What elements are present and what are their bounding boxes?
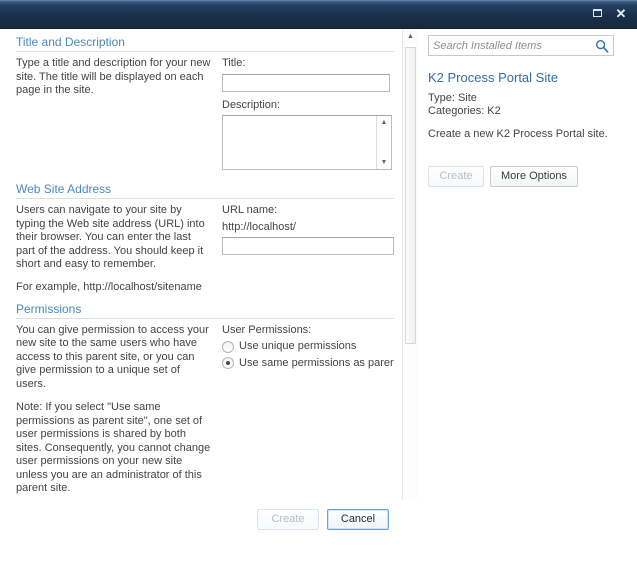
radio-label: Use unique permissions	[239, 340, 357, 352]
scroll-up-icon[interactable]: ▲	[403, 29, 418, 44]
section-description: Users can navigate to your site by typin…	[16, 204, 222, 272]
form-scroll-viewport: Title and Description Type a title and d…	[0, 29, 401, 515]
form-content: Title and Description Type a title and d…	[0, 29, 401, 515]
template-actions: Create More Options	[428, 166, 628, 187]
section-heading: Permissions	[16, 302, 394, 319]
template-categories: Categories: K2	[428, 105, 501, 117]
description-scrollbar[interactable]: ▲ ▼	[376, 116, 391, 169]
section-description: You can give permission to access your n…	[16, 324, 222, 496]
radio-indicator[interactable]	[222, 340, 234, 353]
window-controls: ✕	[589, 5, 629, 21]
title-field-label: Title:	[222, 57, 246, 69]
new-site-dialog: ✕ Title and Description Type a title and…	[0, 0, 637, 556]
search-icon[interactable]	[595, 39, 609, 53]
section-fields: Title: Description: ▲ ▼	[222, 57, 400, 170]
site-description-textarea[interactable]	[223, 116, 377, 169]
scroll-down-icon[interactable]: ▼	[377, 156, 391, 169]
template-info-pane: K2 Process Portal Site Type: Site Catego…	[428, 29, 628, 529]
user-permissions-radio-group: Use unique permissions Use same permissi…	[222, 340, 400, 370]
template-type: Type: Site	[428, 92, 477, 104]
titlebar-highlight	[0, 0, 637, 1]
section-description: Type a title and description for your ne…	[16, 57, 222, 170]
restore-icon	[592, 9, 602, 17]
permissions-note: Note: If you select "Use same permission…	[16, 401, 211, 494]
description-text: Users can navigate to your site by typin…	[16, 204, 205, 270]
section-web-site-address: Web Site Address Users can navigate to y…	[16, 182, 401, 293]
vertical-scroll-thumb[interactable]	[405, 47, 416, 344]
section-heading: Web Site Address	[16, 182, 394, 199]
more-options-button[interactable]: More Options	[490, 166, 579, 187]
create-button[interactable]: Create	[257, 509, 319, 530]
radio-option-unique-permissions[interactable]: Use unique permissions	[222, 340, 394, 354]
description-field-label: Description:	[222, 98, 281, 111]
site-title-input[interactable]	[222, 73, 390, 92]
page-background	[0, 556, 637, 568]
url-name-input[interactable]	[222, 237, 394, 255]
search-input[interactable]	[429, 36, 591, 55]
description-text: You can give permission to access your n…	[16, 323, 209, 390]
url-field-label: URL name:	[222, 204, 278, 216]
description-text: Type a title and description for your ne…	[16, 57, 211, 96]
form-pane: Title and Description Type a title and d…	[0, 29, 418, 529]
side-create-button[interactable]: Create	[428, 166, 484, 187]
section-title-and-description: Title and Description Type a title and d…	[16, 35, 401, 170]
user-permissions-label: User Permissions:	[222, 323, 312, 336]
dialog-body: Title and Description Type a title and d…	[0, 29, 637, 529]
cancel-button[interactable]: Cancel	[327, 509, 389, 530]
close-button[interactable]: ✕	[613, 5, 629, 21]
close-icon: ✕	[615, 5, 627, 21]
site-description-wrapper: ▲ ▼	[222, 115, 392, 170]
radio-label: Use same permissions as parent site	[239, 356, 394, 369]
form-vertical-scrollbar[interactable]: ▲ ▼	[402, 29, 418, 515]
radio-indicator[interactable]	[222, 357, 234, 370]
template-title: K2 Process Portal Site	[428, 70, 559, 85]
footer-buttons: Create Cancel	[257, 509, 389, 530]
url-prefix-text: http://localhost/	[222, 220, 296, 233]
template-description: Create a new K2 Process Portal site.	[428, 128, 608, 140]
template-metadata: Type: Site Categories: K2	[428, 92, 628, 118]
scroll-up-icon[interactable]: ▲	[377, 116, 391, 129]
dialog-footer: Create Cancel	[0, 500, 637, 556]
section-permissions: Permissions You can give permission to a…	[16, 302, 401, 496]
section-fields: URL name: http://localhost/	[222, 204, 400, 272]
url-example-text: For example, http://localhost/sitename	[16, 280, 202, 293]
search-box[interactable]	[428, 35, 614, 56]
restore-button[interactable]	[589, 5, 605, 21]
section-fields: User Permissions: Use unique permissions…	[222, 324, 400, 496]
section-heading: Title and Description	[16, 35, 394, 52]
dialog-titlebar: ✕	[0, 0, 637, 29]
radio-option-same-as-parent[interactable]: Use same permissions as parent site	[222, 357, 394, 371]
